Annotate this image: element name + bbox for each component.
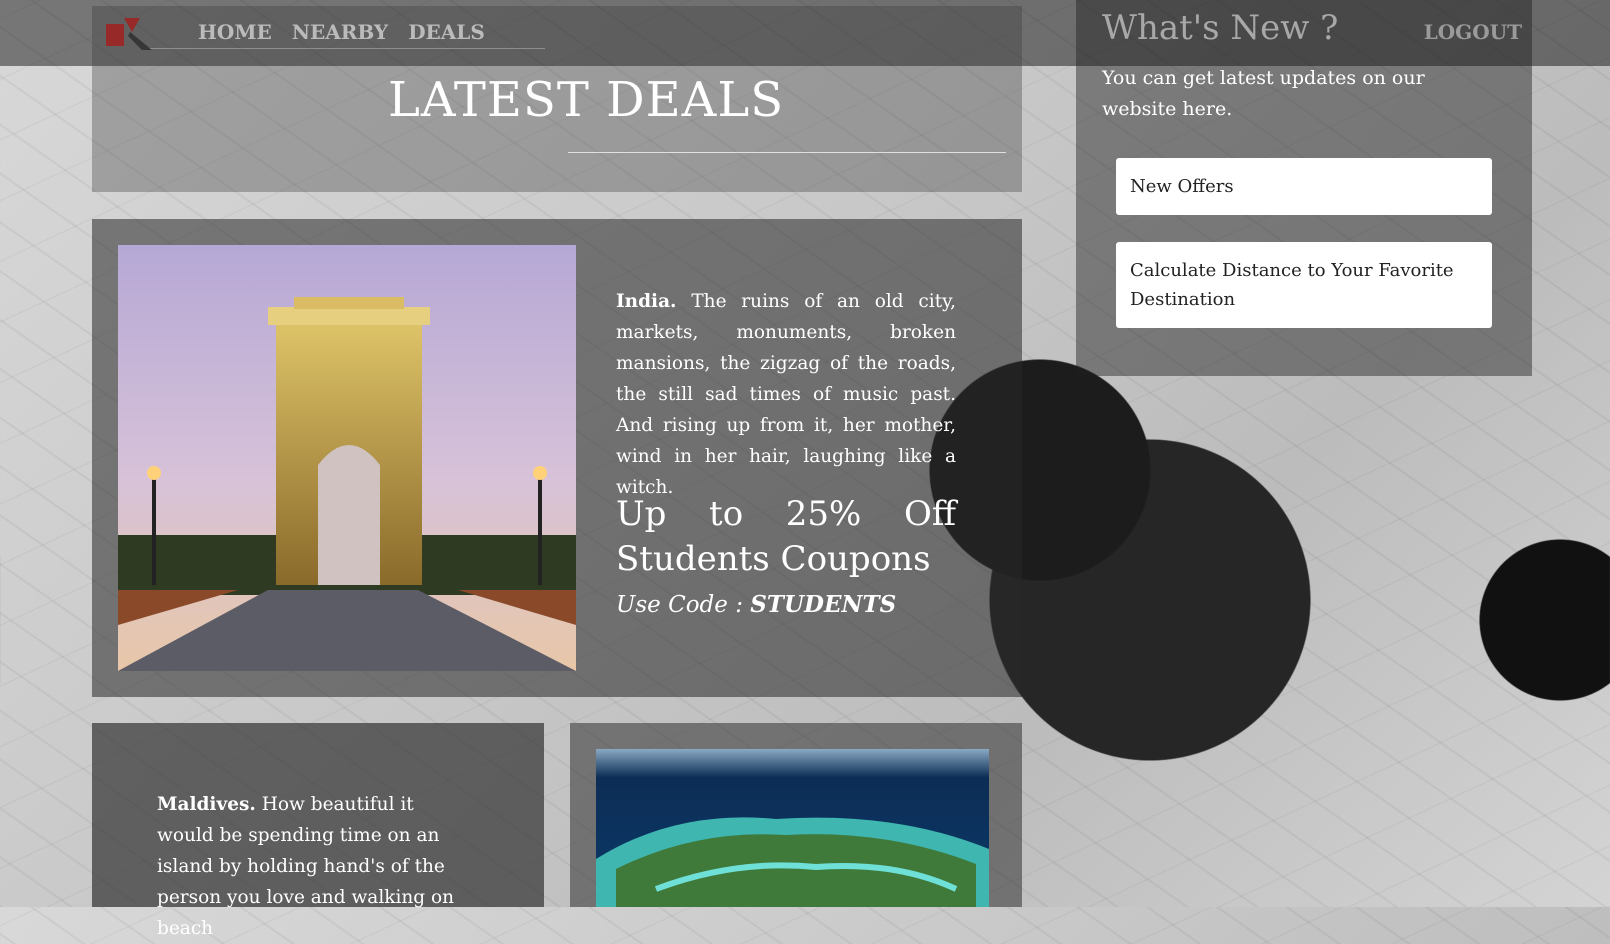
india-gate-image xyxy=(118,245,576,671)
maldives-deal-place: Maldives. xyxy=(157,794,256,815)
coupon-code: STUDENTS xyxy=(750,591,897,618)
coupon-code-line: Use Code : STUDENTS xyxy=(616,591,896,618)
discount-headline: Up to 25% Off xyxy=(616,494,956,534)
title-divider xyxy=(568,152,1006,153)
featured-deal-description: India. The ruins of an old city, markets… xyxy=(616,286,956,503)
featured-deal-place: India. xyxy=(616,291,677,312)
discount-subheadline: Students Coupons xyxy=(616,539,931,579)
featured-deal-text: The ruins of an old city, markets, monum… xyxy=(616,291,956,498)
maldives-deal-text: How beautiful it would be spending time … xyxy=(157,794,455,939)
calculate-distance-link[interactable]: Calculate Distance to Your Favorite Dest… xyxy=(1116,242,1492,328)
page-title: LATEST DEALS xyxy=(388,72,785,128)
whats-new-description: You can get latest updates on our websit… xyxy=(1102,67,1425,120)
maldives-deal-description: Maldives. How beautiful it would be spen… xyxy=(157,789,462,944)
maldives-island-image xyxy=(596,749,989,907)
new-offers-link[interactable]: New Offers xyxy=(1116,158,1492,215)
whats-new-title: What's New ? xyxy=(1102,8,1339,48)
coupon-label: Use Code : xyxy=(616,592,743,618)
